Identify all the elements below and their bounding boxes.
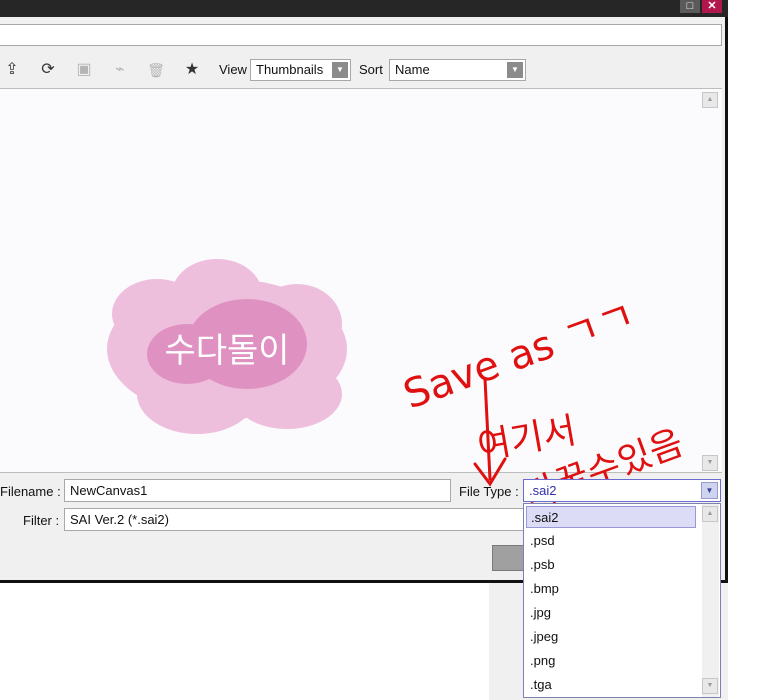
filetype-option[interactable]: .png: [526, 650, 696, 672]
filetype-option[interactable]: .sai2: [526, 506, 696, 528]
file-browser[interactable]: ▲ ▼ 수다돌이 Save as ㄱㄱ 여기서 바꿀수있음: [0, 88, 722, 517]
new-folder-icon[interactable]: ▣: [74, 60, 94, 80]
scroll-up-button[interactable]: ▲: [702, 92, 718, 108]
filetype-option[interactable]: .jpeg: [526, 626, 696, 648]
filter-label: Filter :: [23, 513, 60, 528]
filetype-option[interactable]: .psd: [526, 530, 696, 552]
view-select-value: Thumbnails: [256, 62, 324, 77]
close-button[interactable]: ✕: [702, 0, 722, 13]
filter-value: SAI Ver.2 (*.sai2): [70, 512, 169, 527]
trash-icon[interactable]: 🗑: [146, 60, 166, 80]
filetype-value: .sai2: [529, 483, 557, 498]
sort-label: Sort: [359, 62, 383, 77]
sort-select-value: Name: [395, 62, 430, 77]
refresh-icon[interactable]: ⟳: [38, 60, 58, 80]
filename-input[interactable]: NewCanvas1: [64, 479, 451, 502]
view-select[interactable]: Thumbnails ▼: [250, 59, 351, 81]
view-label: View: [219, 62, 247, 77]
star-icon[interactable]: ★: [182, 60, 202, 80]
filetype-dropdown-list[interactable]: .sai2 .psd .psb .bmp .jpg .jpeg .png .tg…: [523, 503, 721, 698]
scroll-up-button[interactable]: ▲: [702, 506, 718, 522]
dropdown-scrollbar[interactable]: ▲ ▼: [702, 504, 719, 697]
filetype-option[interactable]: .psb: [526, 554, 696, 576]
annotation-line-1: Save as ㄱㄱ: [398, 292, 642, 418]
title-bar: □ ✕: [0, 0, 728, 17]
filter-select[interactable]: SAI Ver.2 (*.sai2): [64, 508, 524, 531]
annotation-line-2: 여기서: [474, 410, 579, 468]
filetype-option[interactable]: .tga: [526, 674, 696, 696]
export-icon[interactable]: ⇪: [2, 60, 22, 80]
toolbar: ⇪ ⟳ ▣ ⌁ 🗑 ★ View Thumbnails ▼ Sort Name …: [0, 54, 725, 86]
chevron-down-icon[interactable]: ▼: [507, 62, 523, 78]
filetype-select[interactable]: .sai2 ▼: [523, 479, 721, 502]
filetype-option[interactable]: .bmp: [526, 578, 696, 600]
scroll-down-button[interactable]: ▼: [702, 678, 718, 694]
filename-value: NewCanvas1: [70, 483, 148, 498]
filename-label: Filename :: [0, 484, 61, 499]
filetype-label: File Type :: [459, 484, 519, 499]
path-input[interactable]: [0, 24, 722, 46]
sort-select[interactable]: Name ▼: [389, 59, 526, 81]
maximize-button[interactable]: □: [680, 0, 700, 13]
chevron-down-icon[interactable]: ▼: [332, 62, 348, 78]
chevron-down-icon[interactable]: ▼: [701, 482, 718, 499]
file-thumbnail[interactable]: 수다돌이: [97, 254, 357, 444]
save-dialog: □ ✕ ⇪ ⟳ ▣ ⌁ 🗑 ★ View Thumbnails ▼ Sort N…: [0, 0, 728, 583]
filetype-option[interactable]: .jpg: [526, 602, 696, 624]
clear-icon[interactable]: ⌁: [110, 60, 130, 80]
thumbnail-text: 수다돌이: [164, 331, 289, 371]
